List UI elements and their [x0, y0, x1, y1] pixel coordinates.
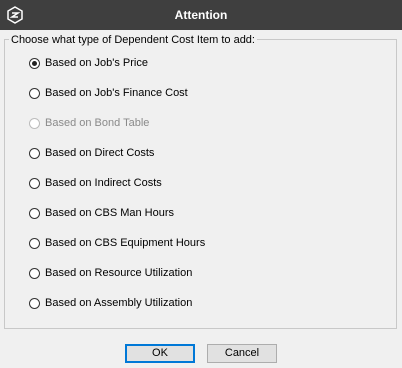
title-bar: Attention	[0, 0, 402, 30]
option-resource-utilization[interactable]: Based on Resource Utilization	[29, 265, 192, 281]
option-label: Based on Job's Price	[45, 57, 148, 69]
option-cbs-equipment-hours[interactable]: Based on CBS Equipment Hours	[29, 235, 205, 251]
option-label: Based on Bond Table	[45, 117, 150, 129]
dialog-title: Attention	[174, 8, 228, 22]
option-label: Based on Indirect Costs	[45, 177, 162, 189]
option-cbs-man-hours[interactable]: Based on CBS Man Hours	[29, 205, 174, 221]
option-label: Based on Job's Finance Cost	[45, 87, 188, 99]
radio-button[interactable]	[29, 147, 40, 159]
option-assembly-utilization[interactable]: Based on Assembly Utilization	[29, 295, 192, 311]
group-prompt: Choose what type of Dependent Cost Item …	[9, 34, 257, 46]
option-label: Based on Direct Costs	[45, 147, 155, 159]
radio-button[interactable]	[29, 237, 40, 249]
radio-button[interactable]	[29, 87, 40, 99]
radio-button	[29, 117, 40, 129]
option-jobs-price[interactable]: Based on Job's Price	[29, 55, 148, 71]
option-label: Based on Resource Utilization	[45, 267, 193, 279]
radio-button[interactable]	[29, 57, 40, 69]
option-bond-table: Based on Bond Table	[29, 115, 149, 131]
option-direct-costs[interactable]: Based on Direct Costs	[29, 145, 154, 161]
radio-button[interactable]	[29, 297, 40, 309]
option-label: Based on CBS Equipment Hours	[45, 237, 206, 249]
radio-button[interactable]	[29, 267, 40, 279]
cancel-button[interactable]: Cancel	[207, 344, 277, 363]
radio-button[interactable]	[29, 177, 40, 189]
option-indirect-costs[interactable]: Based on Indirect Costs	[29, 175, 162, 191]
option-label: Based on Assembly Utilization	[45, 297, 193, 309]
ok-button[interactable]: OK	[125, 344, 195, 363]
option-jobs-finance-cost[interactable]: Based on Job's Finance Cost	[29, 85, 188, 101]
option-label: Based on CBS Man Hours	[45, 207, 175, 219]
radio-button[interactable]	[29, 207, 40, 219]
